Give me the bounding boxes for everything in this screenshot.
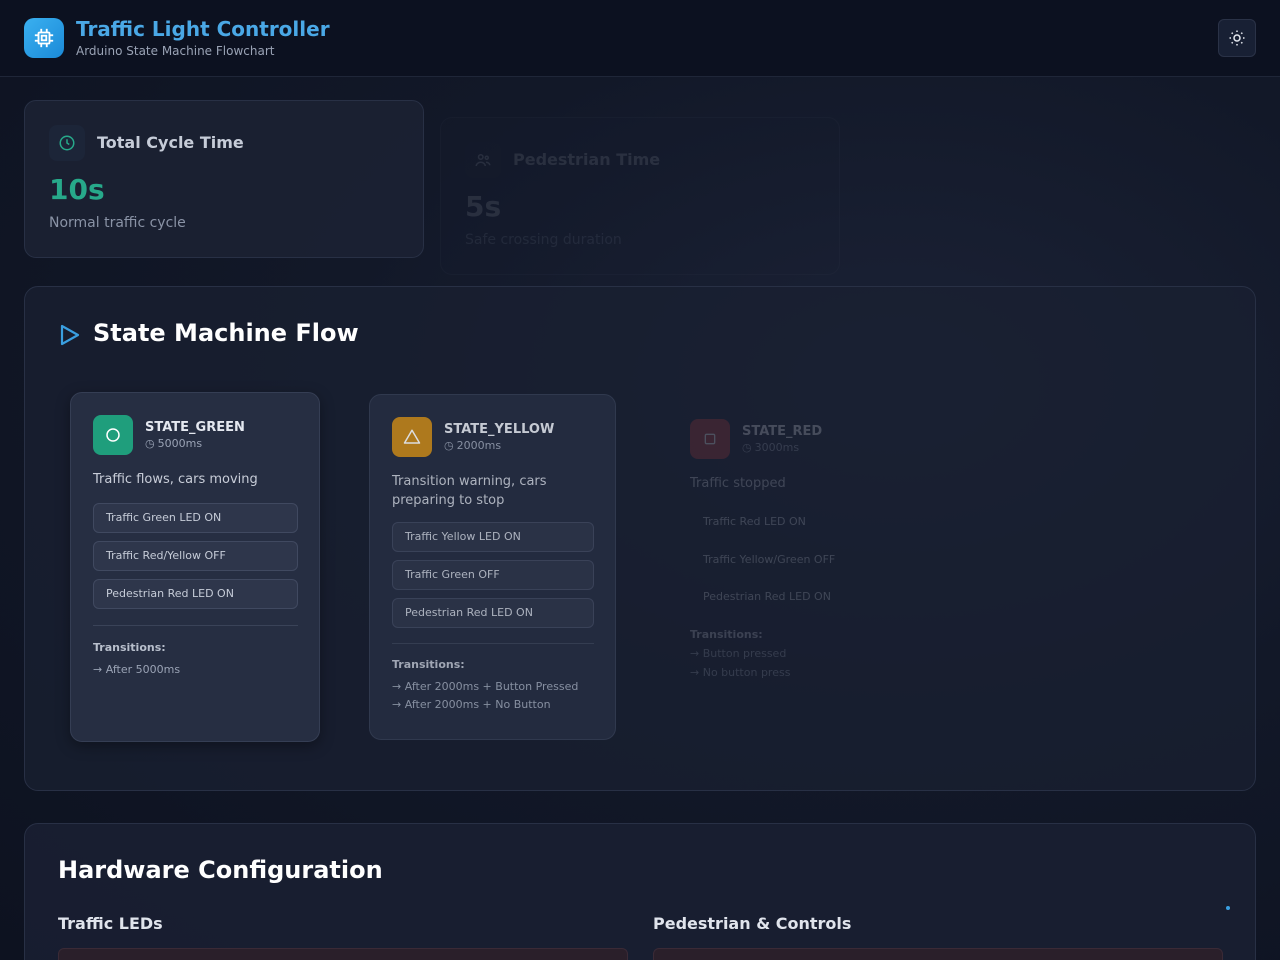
state-name: STATE_GREEN	[145, 420, 245, 435]
clock-icon: ◷	[444, 439, 454, 452]
divider	[392, 643, 594, 644]
stat-desc: Safe crossing duration	[465, 232, 622, 248]
state-description: Transition warning, cars preparing to st…	[392, 474, 547, 508]
divider	[93, 625, 298, 626]
state-action: Pedestrian Red LED ON	[392, 598, 594, 628]
circle-icon	[93, 415, 133, 455]
hardware-item	[58, 948, 628, 960]
state-description: Traffic flows, cars moving	[93, 472, 258, 487]
theme-toggle-button[interactable]	[1218, 19, 1256, 57]
section-title: Hardware Configuration	[58, 856, 383, 884]
state-card-red[interactable]: STATE_RED ◷ 3000ms Traffic stopped Traffi…	[667, 396, 912, 736]
play-icon	[60, 324, 80, 346]
state-action: Pedestrian Red LED ON	[703, 590, 831, 603]
square-icon	[690, 419, 730, 459]
state-action: Traffic Green OFF	[392, 560, 594, 590]
state-duration: ◷ 5000ms	[145, 437, 203, 450]
state-duration: ◷ 3000ms	[742, 441, 800, 454]
transitions-label: Transitions:	[93, 641, 166, 654]
clock-icon: ◷	[742, 441, 752, 454]
users-icon	[465, 142, 501, 178]
hardware-panel: Hardware Configuration Traffic LEDs Pede…	[24, 823, 1256, 960]
app-header: Traffic Light Controller Arduino State M…	[0, 0, 1280, 77]
state-card-yellow[interactable]: STATE_YELLOW ◷ 2000ms Transition warning,…	[369, 394, 616, 740]
app-title: Traffic Light Controller	[76, 17, 330, 41]
section-title: State Machine Flow	[93, 319, 359, 347]
indicator-dot	[1226, 906, 1230, 910]
transitions-label: Transitions:	[690, 628, 763, 641]
state-action: Traffic Green LED ON	[93, 503, 298, 533]
state-action: Traffic Yellow LED ON	[392, 522, 594, 552]
transition-item: → After 5000ms	[93, 663, 181, 676]
stat-value: 5s	[465, 190, 502, 223]
stat-card-cycle: Total Cycle Time 10s Normal traffic cycl…	[24, 100, 424, 258]
state-action: Traffic Red/Yellow OFF	[93, 541, 298, 571]
hardware-item	[653, 948, 1223, 960]
state-card-green[interactable]: STATE_GREEN ◷ 5000ms Traffic flows, cars …	[70, 392, 320, 742]
stat-label: Total Cycle Time	[97, 133, 244, 152]
chip-icon	[24, 18, 64, 58]
stat-label: Pedestrian Time	[513, 150, 661, 169]
state-machine-panel: State Machine Flow STATE_GREEN ◷ 5000ms T…	[24, 286, 1256, 791]
transitions-label: Transitions:	[392, 658, 465, 671]
state-action: Traffic Red LED ON	[703, 515, 806, 528]
transition-item: → Button pressed	[690, 647, 787, 660]
stat-card-pedestrian: Pedestrian Time 5s Safe crossing duratio…	[440, 117, 840, 275]
clock-icon	[49, 125, 85, 161]
stat-desc: Normal traffic cycle	[49, 215, 186, 231]
state-duration: ◷ 2000ms	[444, 439, 502, 452]
stat-value: 10s	[49, 173, 105, 206]
transition-item: → After 2000ms + Button Pressed	[392, 680, 579, 693]
state-action: Traffic Yellow/Green OFF	[703, 553, 836, 566]
hardware-column-title: Traffic LEDs	[58, 914, 163, 933]
transition-item: → No button press	[690, 666, 791, 679]
warning-icon	[392, 417, 432, 457]
state-name: STATE_RED	[742, 424, 823, 439]
app-subtitle: Arduino State Machine Flowchart	[76, 44, 275, 58]
state-description: Traffic stopped	[690, 476, 786, 491]
transition-item: → After 2000ms + No Button	[392, 698, 551, 711]
state-action: Pedestrian Red LED ON	[93, 579, 298, 609]
hardware-column-title: Pedestrian & Controls	[653, 914, 852, 933]
clock-icon: ◷	[145, 437, 155, 450]
sun-icon	[1229, 30, 1245, 46]
state-name: STATE_YELLOW	[444, 422, 555, 437]
